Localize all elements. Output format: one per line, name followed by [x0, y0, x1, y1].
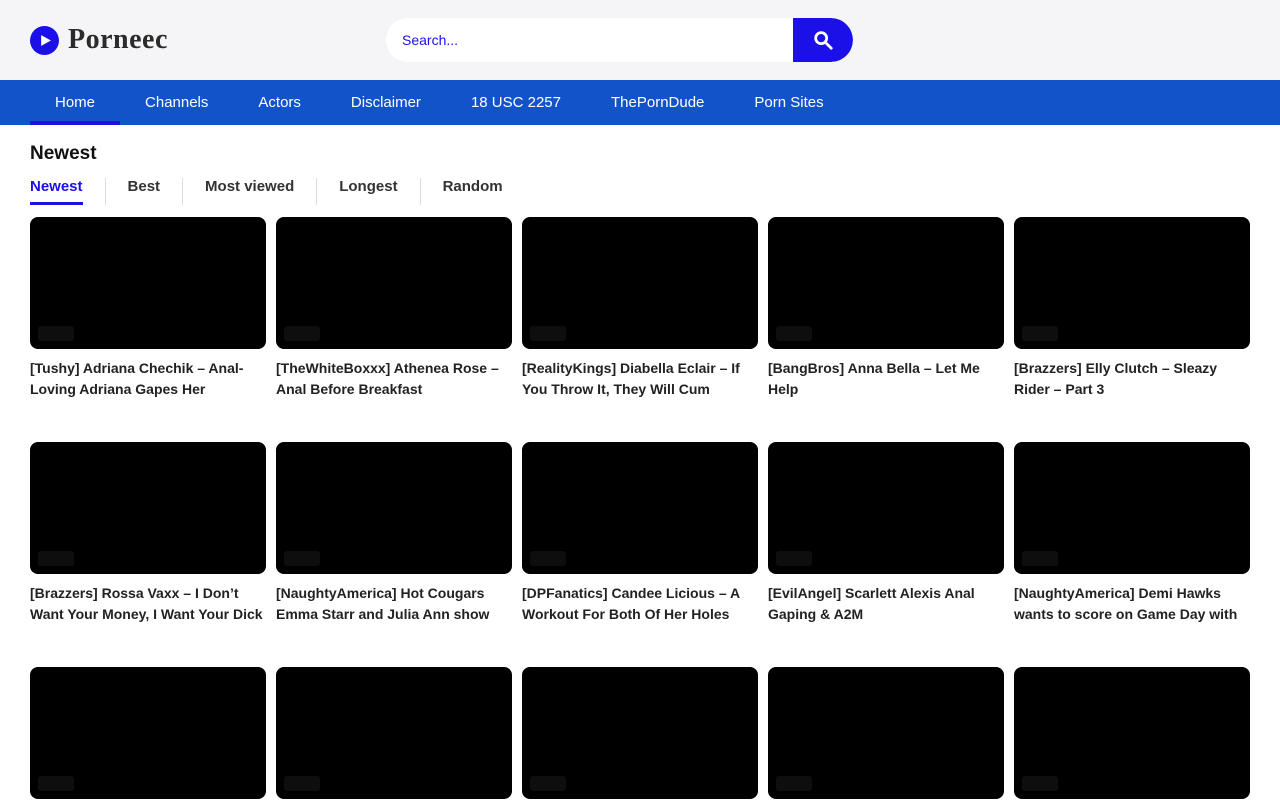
nav-item-theporndude[interactable]: ThePornDude	[586, 80, 729, 125]
video-card[interactable]: [RealityKings] Diabella Eclair – If You …	[522, 217, 758, 400]
video-title[interactable]: [Tushy] Adriana Chechik – Anal-Loving Ad…	[30, 358, 266, 400]
duration-badge	[38, 326, 74, 341]
video-card[interactable]: [Brazzers] Elly Clutch – Sleazy Rider – …	[1014, 217, 1250, 400]
tab-newest[interactable]: Newest	[30, 178, 105, 205]
search-input[interactable]	[386, 18, 793, 62]
video-thumbnail[interactable]	[522, 442, 758, 574]
video-card[interactable]	[1014, 667, 1250, 800]
nav-item-home[interactable]: Home	[30, 80, 120, 125]
site-header: Porneec	[0, 0, 1280, 80]
duration-badge	[530, 326, 566, 341]
video-card[interactable]: [TheWhiteBoxxx] Athenea Rose – Anal Befo…	[276, 217, 512, 400]
video-thumbnail[interactable]	[30, 217, 266, 349]
tab-label: Newest	[30, 178, 83, 205]
duration-badge	[776, 326, 812, 341]
duration-badge	[1022, 326, 1058, 341]
search-button[interactable]	[793, 18, 853, 62]
video-card[interactable]: [NaughtyAmerica] Hot Cougars Emma Starr …	[276, 442, 512, 625]
tab-random[interactable]: Random	[420, 178, 525, 205]
duration-badge	[530, 551, 566, 566]
video-title[interactable]: [DPFanatics] Candee Licious – A Workout …	[522, 583, 758, 625]
play-icon	[30, 26, 59, 55]
site-name: Porneec	[68, 24, 168, 56]
nav-item-18-usc-2257[interactable]: 18 USC 2257	[446, 80, 586, 125]
tab-most-viewed[interactable]: Most viewed	[182, 178, 316, 205]
duration-badge	[38, 551, 74, 566]
tab-best[interactable]: Best	[105, 178, 183, 205]
nav-item-channels[interactable]: Channels	[120, 80, 233, 125]
video-card[interactable]: [BangBros] Anna Bella – Let Me Help	[768, 217, 1004, 400]
video-card[interactable]	[276, 667, 512, 800]
video-grid: [Tushy] Adriana Chechik – Anal-Loving Ad…	[30, 217, 1250, 800]
video-card[interactable]	[768, 667, 1004, 800]
video-thumbnail[interactable]	[30, 667, 266, 799]
nav-item-actors[interactable]: Actors	[233, 80, 326, 125]
video-thumbnail[interactable]	[768, 442, 1004, 574]
nav-item-disclaimer[interactable]: Disclaimer	[326, 80, 446, 125]
duration-badge	[776, 551, 812, 566]
duration-badge	[284, 551, 320, 566]
search-bar	[386, 18, 853, 62]
site-logo[interactable]: Porneec	[30, 0, 168, 80]
duration-badge	[1022, 776, 1058, 791]
video-thumbnail[interactable]	[276, 217, 512, 349]
main-content: Newest Newest Best Most viewed Longest Rando…	[0, 125, 1280, 800]
video-thumbnail[interactable]	[522, 667, 758, 799]
video-card[interactable]: [EvilAngel] Scarlett Alexis Anal Gaping …	[768, 442, 1004, 625]
video-thumbnail[interactable]	[768, 667, 1004, 799]
video-title[interactable]: [Brazzers] Rossa Vaxx – I Don’t Want You…	[30, 583, 266, 625]
video-card[interactable]: [Brazzers] Rossa Vaxx – I Don’t Want You…	[30, 442, 266, 625]
duration-badge	[530, 776, 566, 791]
nav-item-porn-sites[interactable]: Porn Sites	[729, 80, 848, 125]
video-thumbnail[interactable]	[1014, 667, 1250, 799]
video-title[interactable]: [RealityKings] Diabella Eclair – If You …	[522, 358, 758, 400]
video-card[interactable]	[30, 667, 266, 800]
video-thumbnail[interactable]	[1014, 442, 1250, 574]
tab-longest[interactable]: Longest	[316, 178, 419, 205]
video-card[interactable]: [Tushy] Adriana Chechik – Anal-Loving Ad…	[30, 217, 266, 400]
main-nav: HomeChannelsActorsDisclaimer18 USC 2257T…	[0, 80, 1280, 125]
video-title[interactable]: [NaughtyAmerica] Hot Cougars Emma Starr …	[276, 583, 512, 625]
tab-label: Random	[443, 178, 503, 205]
tab-label: Most viewed	[205, 178, 294, 205]
tab-label: Best	[128, 178, 161, 205]
page-title: Newest	[30, 143, 1250, 165]
video-title[interactable]: [Brazzers] Elly Clutch – Sleazy Rider – …	[1014, 358, 1250, 400]
duration-badge	[1022, 551, 1058, 566]
video-card[interactable]: [DPFanatics] Candee Licious – A Workout …	[522, 442, 758, 625]
tab-label: Longest	[339, 178, 397, 205]
search-icon	[812, 29, 834, 51]
duration-badge	[284, 776, 320, 791]
video-thumbnail[interactable]	[522, 217, 758, 349]
video-thumbnail[interactable]	[1014, 217, 1250, 349]
sort-tabs: Newest Best Most viewed Longest Random	[30, 178, 1250, 205]
video-thumbnail[interactable]	[276, 667, 512, 799]
video-title[interactable]: [BangBros] Anna Bella – Let Me Help	[768, 358, 1004, 400]
video-thumbnail[interactable]	[276, 442, 512, 574]
video-thumbnail[interactable]	[768, 217, 1004, 349]
video-card[interactable]	[522, 667, 758, 800]
duration-badge	[284, 326, 320, 341]
video-thumbnail[interactable]	[30, 442, 266, 574]
duration-badge	[776, 776, 812, 791]
video-title[interactable]: [EvilAngel] Scarlett Alexis Anal Gaping …	[768, 583, 1004, 625]
video-card[interactable]: [NaughtyAmerica] Demi Hawks wants to sco…	[1014, 442, 1250, 625]
video-title[interactable]: [NaughtyAmerica] Demi Hawks wants to sco…	[1014, 583, 1250, 625]
duration-badge	[38, 776, 74, 791]
video-title[interactable]: [TheWhiteBoxxx] Athenea Rose – Anal Befo…	[276, 358, 512, 400]
